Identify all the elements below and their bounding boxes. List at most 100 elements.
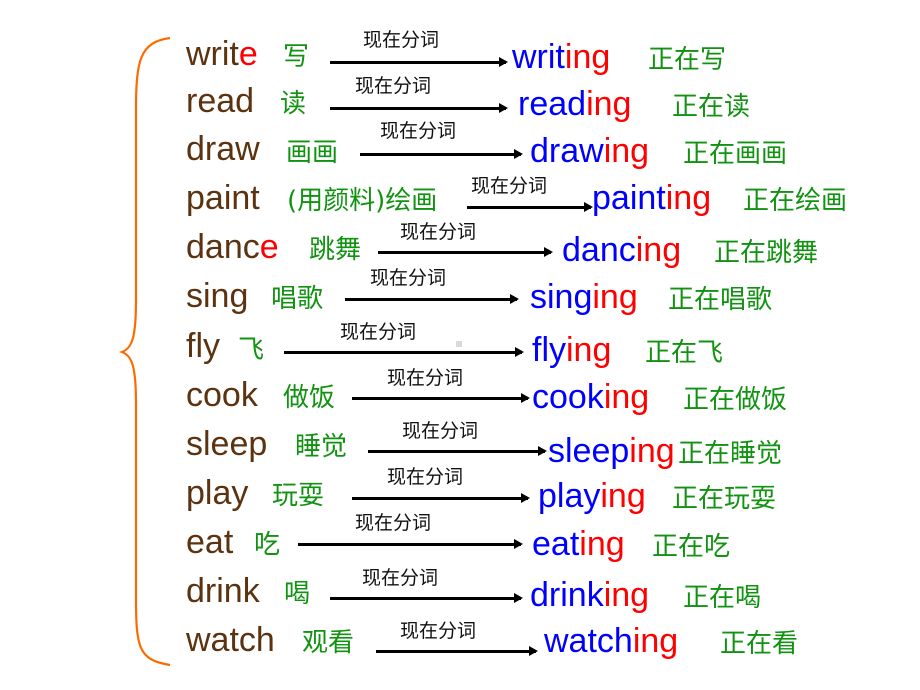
participle-meaning: 正在飞 <box>645 338 724 368</box>
participle-meaning: 正在玩耍 <box>672 484 777 514</box>
base-meaning: 画画 <box>286 138 339 168</box>
base-verb: eat <box>186 525 233 559</box>
participle-meaning: 正在看 <box>720 629 799 659</box>
arrow-icon <box>378 247 553 257</box>
arrow-label: 现在分词 <box>402 420 479 442</box>
arrow-label: 现在分词 <box>387 466 464 488</box>
base-verb-stem: watch <box>186 621 275 659</box>
participle-stem: eat <box>532 525 580 563</box>
base-verb-highlight: e <box>259 228 279 266</box>
arrow-icon <box>352 393 530 403</box>
participle-meaning: 正在跳舞 <box>714 238 819 268</box>
present-participle: reading <box>518 87 631 121</box>
participle-stem: drink <box>530 576 604 614</box>
base-verb: sleep <box>186 427 267 461</box>
participle-suffix: ing <box>603 132 650 170</box>
base-verb: paint <box>186 181 260 215</box>
participle-suffix: ing <box>635 231 682 269</box>
base-verb-stem: writ <box>186 35 239 73</box>
present-participle: painting <box>592 181 711 215</box>
base-verb-stem: paint <box>186 179 260 217</box>
base-meaning: 睡觉 <box>295 432 348 462</box>
participle-stem: danc <box>562 231 636 269</box>
base-verb-stem: read <box>186 82 255 120</box>
arrow-label: 现在分词 <box>363 29 440 51</box>
participle-stem: writ <box>512 38 565 76</box>
base-verb: watch <box>186 623 275 657</box>
arrow-label: 现在分词 <box>340 321 417 343</box>
base-verb: drink <box>186 574 260 608</box>
participle-suffix: ing <box>600 477 646 515</box>
participle-suffix: ing <box>592 278 638 316</box>
participle-meaning: 正在绘画 <box>743 186 848 216</box>
participle-stem: watch <box>544 622 633 660</box>
arrow-icon <box>360 149 523 159</box>
arrow-label: 现在分词 <box>400 620 477 642</box>
present-participle: drawing <box>530 134 649 168</box>
base-verb-highlight: e <box>238 35 258 73</box>
base-verb-stem: eat <box>186 523 234 561</box>
base-verb-stem: cook <box>186 376 258 414</box>
participle-suffix: ing <box>586 85 632 123</box>
base-verb: fly <box>186 329 220 363</box>
present-participle: singing <box>530 280 638 314</box>
base-meaning: 玩耍 <box>272 481 325 511</box>
base-meaning: 喝 <box>284 579 311 609</box>
participle-meaning: 正在睡觉 <box>678 439 783 469</box>
arrow-icon <box>330 593 523 603</box>
participle-meaning: 正在唱歌 <box>668 285 773 315</box>
participle-suffix: ing <box>603 576 650 614</box>
arrow-icon <box>284 347 524 357</box>
arrow-icon <box>345 294 519 304</box>
present-participle: eating <box>532 527 625 561</box>
base-verb: sing <box>186 279 248 313</box>
base-verb: write <box>186 37 258 71</box>
base-meaning: 做饭 <box>283 383 336 413</box>
base-meaning: 吃 <box>254 530 281 560</box>
arrow-icon <box>330 57 508 67</box>
arrow-label: 现在分词 <box>355 75 432 97</box>
arrow-label: 现在分词 <box>362 567 439 589</box>
participle-meaning: 正在画画 <box>683 139 788 169</box>
arrow-label: 现在分词 <box>370 267 447 289</box>
base-verb-stem: sleep <box>186 425 268 463</box>
participle-suffix: ing <box>629 432 675 470</box>
participle-meaning: 正在写 <box>648 45 727 75</box>
base-meaning: 唱歌 <box>271 284 324 314</box>
participle-stem: sing <box>530 278 593 316</box>
present-participle: playing <box>538 479 646 513</box>
present-participle: watching <box>544 624 678 658</box>
base-meaning: 跳舞 <box>309 235 362 265</box>
participle-suffix: ing <box>632 622 679 660</box>
stray-mark <box>456 341 462 347</box>
base-verb-stem: danc <box>186 228 260 266</box>
base-verb-stem: draw <box>186 130 260 168</box>
arrow-icon <box>467 202 593 212</box>
participle-suffix: ing <box>566 331 612 369</box>
participle-stem: paint <box>592 179 666 217</box>
participle-suffix: ing <box>603 378 650 416</box>
base-meaning: 读 <box>280 89 307 119</box>
present-participle: drinking <box>530 578 649 612</box>
base-verb-stem: fly <box>186 327 220 365</box>
base-meaning: 飞 <box>238 335 265 365</box>
participle-suffix: ing <box>564 38 611 76</box>
participle-stem: play <box>538 477 601 515</box>
participle-suffix: ing <box>579 525 625 563</box>
base-verb: draw <box>186 132 260 166</box>
participle-meaning: 正在喝 <box>683 583 762 613</box>
base-verb: play <box>186 476 248 510</box>
arrow-icon <box>330 103 508 113</box>
arrow-label: 现在分词 <box>387 367 464 389</box>
base-verb-stem: play <box>186 474 249 512</box>
participle-stem: draw <box>530 132 604 170</box>
arrow-label: 现在分词 <box>380 120 457 142</box>
participle-meaning: 正在做饭 <box>683 385 788 415</box>
arrow-label: 现在分词 <box>400 221 477 243</box>
base-meaning: (用颜料)绘画 <box>287 186 438 216</box>
present-participle: writing <box>512 40 610 74</box>
base-meaning: 观看 <box>302 628 355 658</box>
arrow-label: 现在分词 <box>471 175 548 197</box>
participle-meaning: 正在读 <box>672 92 751 122</box>
arrow-icon <box>376 646 538 656</box>
